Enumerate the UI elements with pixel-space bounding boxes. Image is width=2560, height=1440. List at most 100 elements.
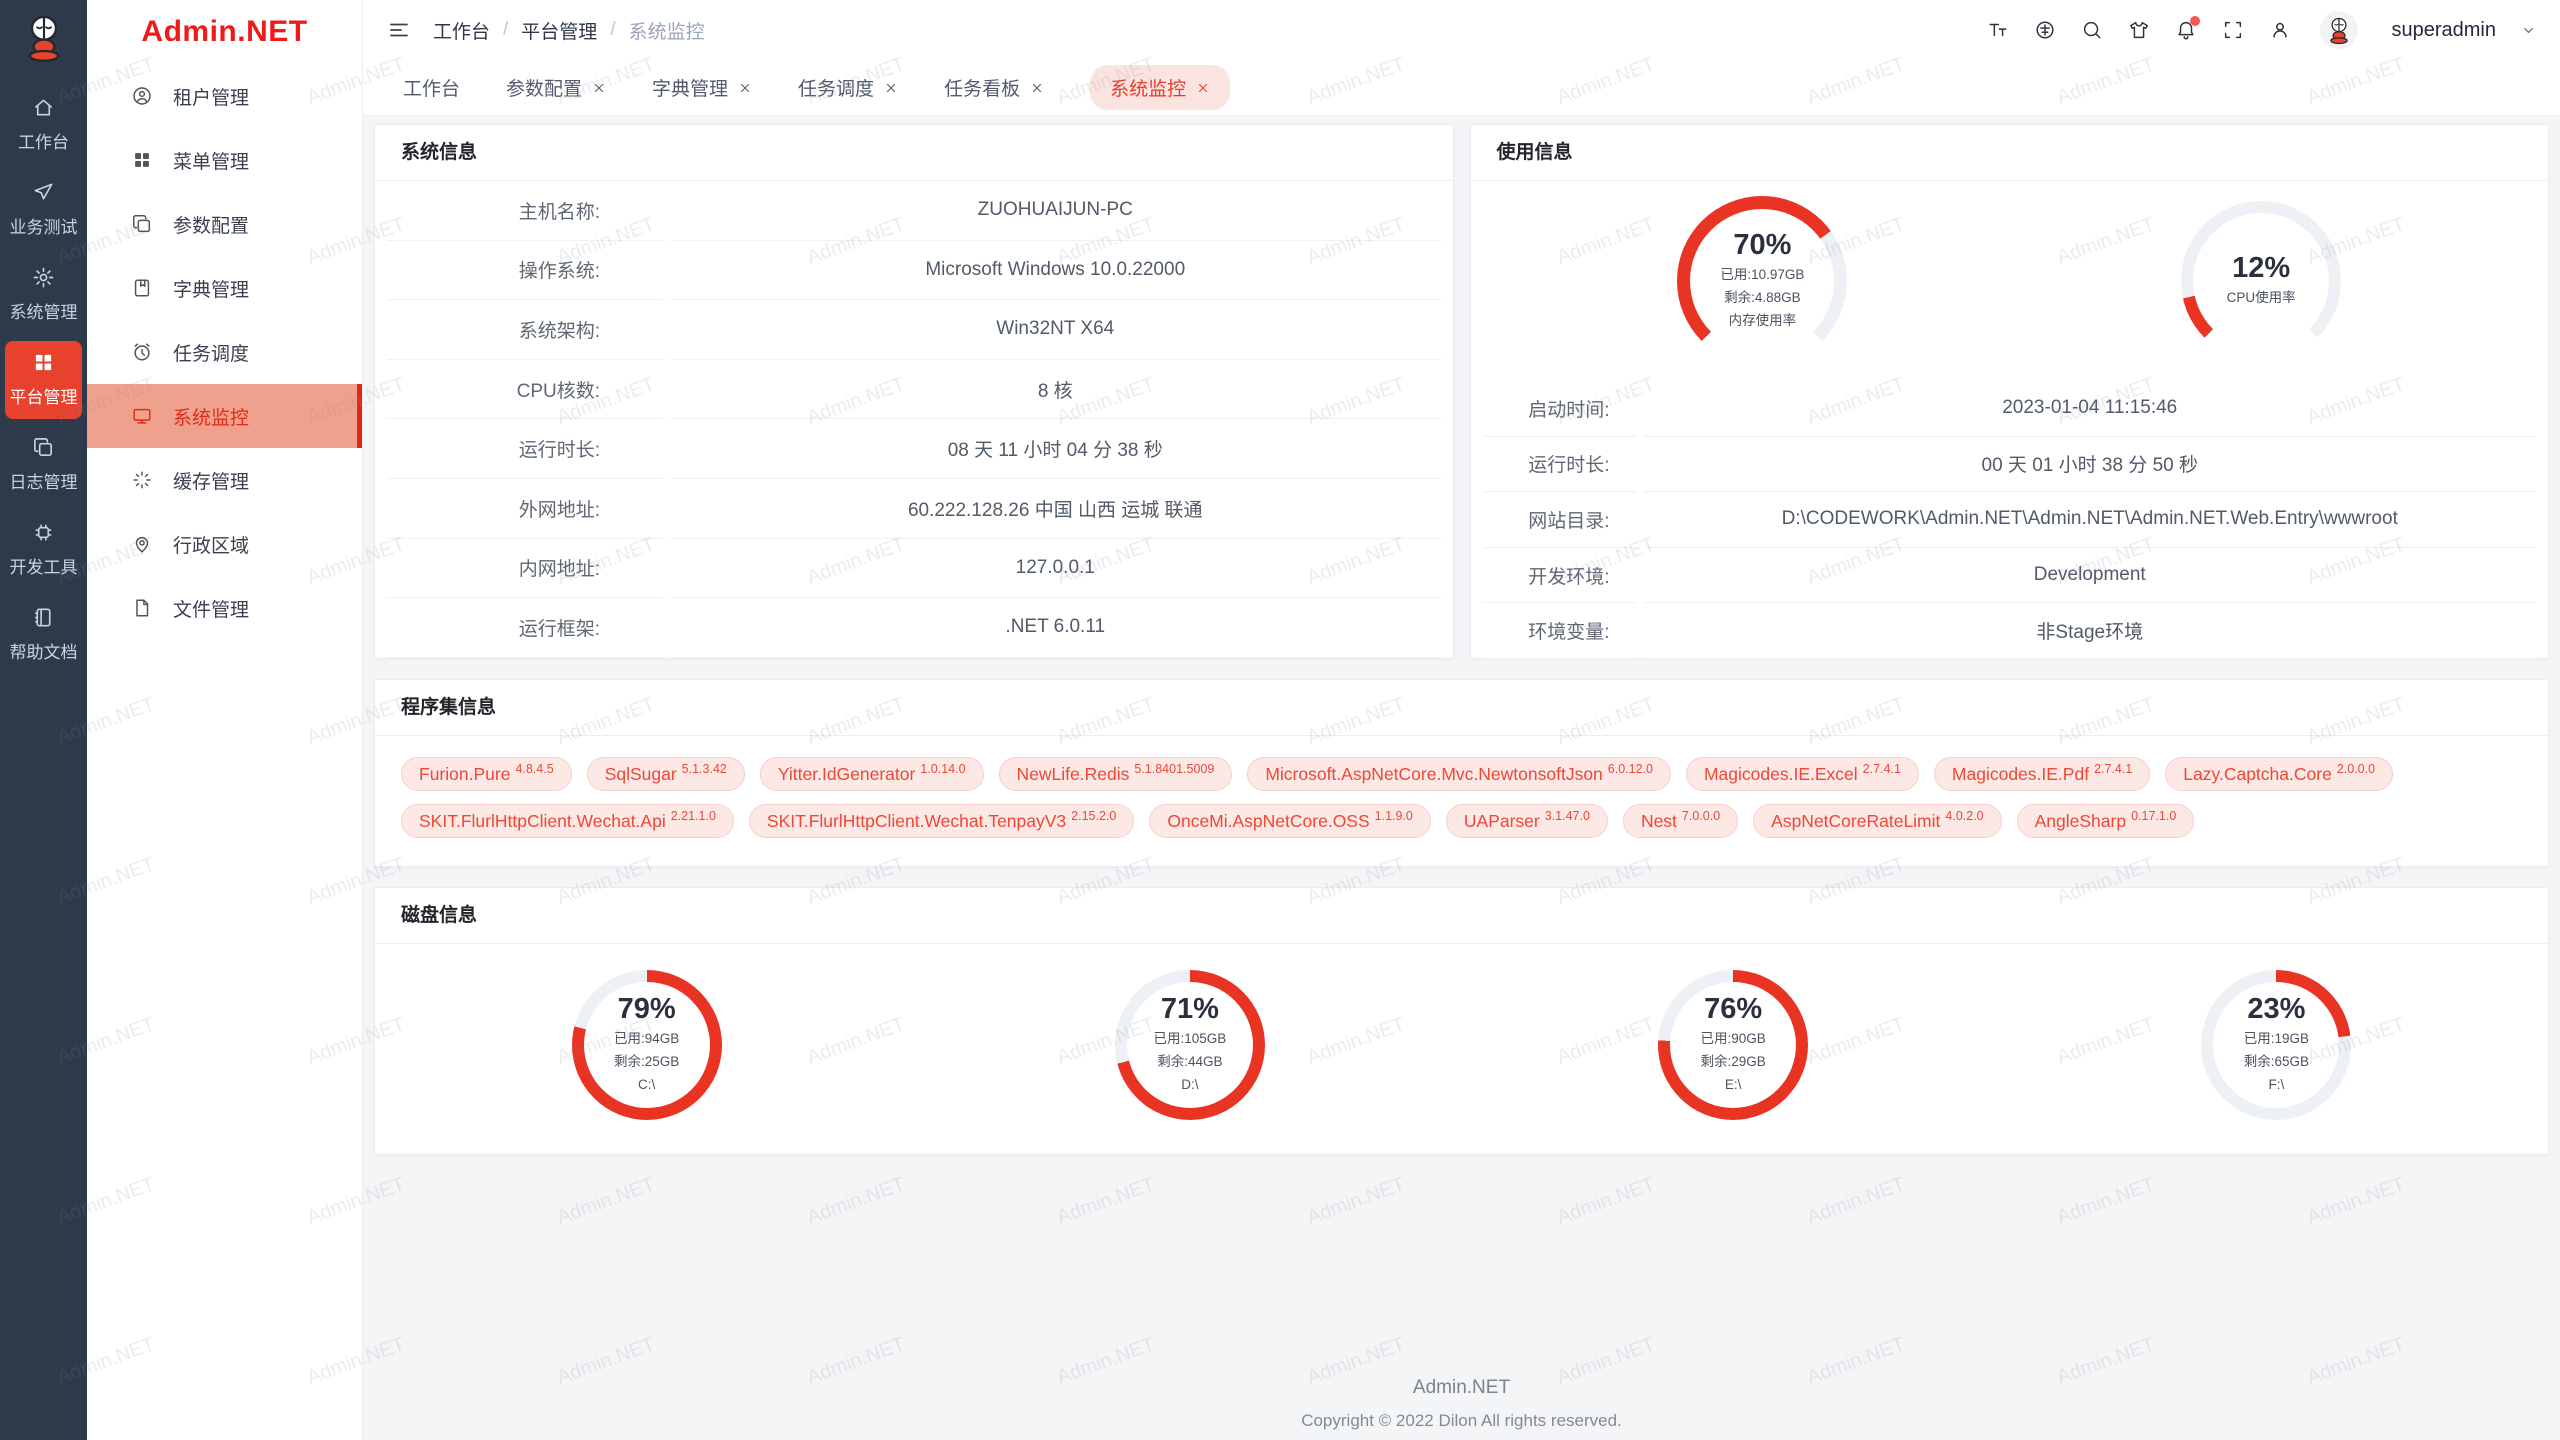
disk-drive-letter: C:\ [638, 1074, 655, 1097]
page-tab[interactable]: 任务调度 [798, 74, 898, 101]
sidebar-item-tenant-mgmt[interactable]: 租户管理 [87, 64, 362, 128]
assembly-tags: Furion.Pure4.8.4.5 SqlSugar5.1.3.42 Yitt… [375, 736, 2548, 862]
sidebar-item-task-schedule[interactable]: 任务调度 [87, 320, 362, 384]
rail-item-workbench[interactable]: 工作台 [5, 86, 82, 164]
page-tab[interactable]: 任务看板 [944, 74, 1044, 101]
page-tab[interactable]: 系统监控 [1090, 65, 1230, 110]
page-tab[interactable]: 字典管理 [652, 74, 752, 101]
search-icon[interactable] [2081, 19, 2103, 41]
disk-info-card: 磁盘信息 79% 已用:94GB 剩余:25GB C:\ [374, 887, 2549, 1155]
assembly-version: 4.0.2.0 [1945, 809, 1983, 823]
info-label: 运行框架: [387, 598, 662, 658]
sidebar-item-dict-mgmt[interactable]: 字典管理 [87, 256, 362, 320]
info-row: 开发环境: Development [1483, 548, 2537, 604]
info-row: 环境变量: 非Stage环境 [1483, 603, 2537, 659]
rail-item-label: 系统管理 [10, 298, 78, 323]
assembly-version: 2.7.4.1 [1863, 762, 1901, 776]
sidebar-item-param-config[interactable]: 参数配置 [87, 192, 362, 256]
close-icon[interactable] [1030, 81, 1044, 95]
disk-used: 已用:105GB [1153, 1028, 1226, 1051]
main-area: 工作台 / 平台管理 / 系统监控 [363, 0, 2560, 1440]
disk-free: 剩余:65GB [2244, 1051, 2309, 1074]
disk-free: 剩余:25GB [614, 1051, 679, 1074]
copy-icon [131, 213, 153, 235]
rail-item-help-docs[interactable]: 帮助文档 [5, 596, 82, 674]
rail-item-log-mgmt[interactable]: 日志管理 [5, 426, 82, 504]
mascot-avatar-icon [2324, 15, 2354, 45]
disk-usage-percent: 79% [618, 993, 676, 1026]
sidebar-item-menu-mgmt[interactable]: 菜单管理 [87, 128, 362, 192]
breadcrumb-item[interactable]: 工作台 [433, 17, 490, 44]
info-value: 08 天 11 小时 04 分 38 秒 [670, 419, 1441, 479]
memory-usage-gauge: 70% 已用:10.97GB 剩余:4.88GB 内存使用率 [1677, 196, 1847, 366]
breadcrumb: 工作台 / 平台管理 / 系统监控 [433, 17, 705, 44]
info-value: Development [1644, 548, 2537, 604]
person-icon[interactable] [2269, 19, 2291, 41]
chevron-down-icon[interactable] [2521, 23, 2536, 38]
assembly-version: 5.1.3.42 [682, 762, 727, 776]
font-size-icon[interactable] [1987, 19, 2009, 41]
sidebar-item-cache-mgmt[interactable]: 缓存管理 [87, 448, 362, 512]
breadcrumb-item[interactable]: 平台管理 [521, 17, 597, 44]
memory-usage-percent: 70% [1733, 229, 1791, 262]
assembly-tag: SKIT.FlurlHttpClient.Wechat.Api2.21.1.0 [401, 804, 734, 838]
tab-label: 字典管理 [652, 74, 728, 101]
notifications-button[interactable] [2175, 19, 2197, 41]
info-label: 运行时长: [1483, 437, 1636, 493]
language-icon[interactable] [2034, 19, 2056, 41]
page-tab[interactable]: 参数配置 [506, 74, 606, 101]
rail-item-label: 帮助文档 [10, 638, 78, 663]
usage-info-card: 使用信息 70% 已用:10.97GB 剩余:4.88GB 内存使用率 [1470, 124, 2550, 659]
cpu-usage-percent: 12% [2232, 252, 2290, 285]
close-icon[interactable] [738, 81, 752, 95]
rail-item-system-mgmt[interactable]: 系统管理 [5, 256, 82, 334]
info-label: 启动时间: [1483, 381, 1636, 437]
close-icon[interactable] [884, 81, 898, 95]
usage-gauges: 70% 已用:10.97GB 剩余:4.88GB 内存使用率 12% CPU使用… [1471, 181, 2549, 381]
assembly-name: OnceMi.AspNetCore.OSS [1167, 811, 1369, 832]
rail-item-dev-tools[interactable]: 开发工具 [5, 511, 82, 589]
theme-shirt-icon[interactable] [2128, 19, 2150, 41]
brand-logo[interactable]: Admin.NET [87, 0, 362, 64]
collapse-menu-icon[interactable] [387, 18, 411, 42]
assembly-tag: Nest7.0.0.0 [1623, 804, 1738, 838]
rail-item-business-test[interactable]: 业务测试 [5, 171, 82, 249]
rail-item-platform-mgmt[interactable]: 平台管理 [5, 341, 82, 419]
sidebar-item-system-monitor[interactable]: 系统监控 [87, 384, 362, 448]
disk-usage-percent: 76% [1704, 993, 1762, 1026]
info-row: 运行时长: 00 天 01 小时 38 分 50 秒 [1483, 437, 2537, 493]
page-tab[interactable]: 工作台 [403, 74, 460, 101]
user-avatar[interactable] [2320, 11, 2358, 49]
assembly-tag: Furion.Pure 4.8.4.5 [401, 757, 572, 791]
info-value: 8 核 [670, 360, 1441, 420]
info-value: 60.222.128.26 中国 山西 运城 联通 [670, 479, 1441, 539]
disk-used: 已用:19GB [2244, 1028, 2309, 1051]
fullscreen-icon[interactable] [2222, 19, 2244, 41]
send-icon [32, 181, 55, 204]
assembly-name: SKIT.FlurlHttpClient.Wechat.TenpayV3 [767, 811, 1066, 832]
disk-drive-letter: F:\ [2269, 1074, 2285, 1097]
sidebar-item-admin-region[interactable]: 行政区域 [87, 512, 362, 576]
info-row: 操作系统: Microsoft Windows 10.0.22000 [387, 241, 1441, 301]
close-icon[interactable] [1196, 81, 1210, 95]
assembly-version: 5.1.8401.5009 [1134, 762, 1214, 776]
memory-gauge-label: 内存使用率 [1729, 310, 1797, 333]
disk-usage-percent: 23% [2247, 993, 2305, 1026]
info-value: .NET 6.0.11 [670, 598, 1441, 658]
assembly-version: 2.15.2.0 [1071, 809, 1116, 823]
assembly-version: 4.8.4.5 [515, 762, 553, 776]
tab-label: 参数配置 [506, 74, 582, 101]
sidebar-item-label: 行政区域 [173, 531, 249, 558]
assembly-name: Microsoft.AspNetCore.Mvc.NewtonsoftJson [1265, 764, 1602, 785]
info-label: 内网地址: [387, 539, 662, 599]
info-row: 内网地址: 127.0.0.1 [387, 539, 1441, 599]
sidebar-item-file-mgmt[interactable]: 文件管理 [87, 576, 362, 640]
info-label: 网站目录: [1483, 492, 1636, 548]
info-label: CPU核数: [387, 360, 662, 420]
assembly-tag: SKIT.FlurlHttpClient.Wechat.TenpayV3 2.15… [749, 804, 1134, 838]
assembly-name: Furion.Pure [419, 764, 510, 785]
card-title: 系统信息 [375, 125, 1453, 181]
app-rail: 工作台 业务测试 系统管理 平台管理 日志管理 开发工具 帮助文档 [0, 0, 87, 1440]
close-icon[interactable] [592, 81, 606, 95]
current-user-name[interactable]: superadmin [2391, 19, 2496, 42]
